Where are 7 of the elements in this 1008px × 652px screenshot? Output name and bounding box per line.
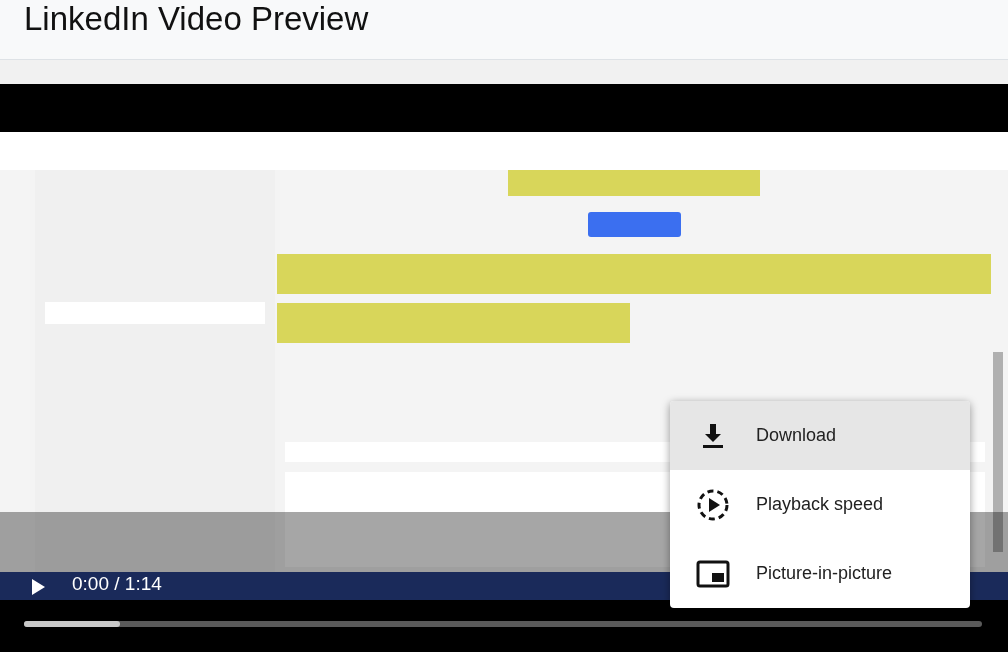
progress-bar[interactable] xyxy=(24,621,982,627)
menu-item[interactable]: Download xyxy=(670,401,970,470)
playback-speed-icon xyxy=(696,487,730,522)
page-title: LinkedIn Video Preview xyxy=(24,0,369,38)
picture-in-picture-icon xyxy=(696,559,730,588)
time-display: 0:00 / 1:14 xyxy=(72,572,162,596)
menu-item[interactable]: Picture-in-picture xyxy=(670,539,970,608)
